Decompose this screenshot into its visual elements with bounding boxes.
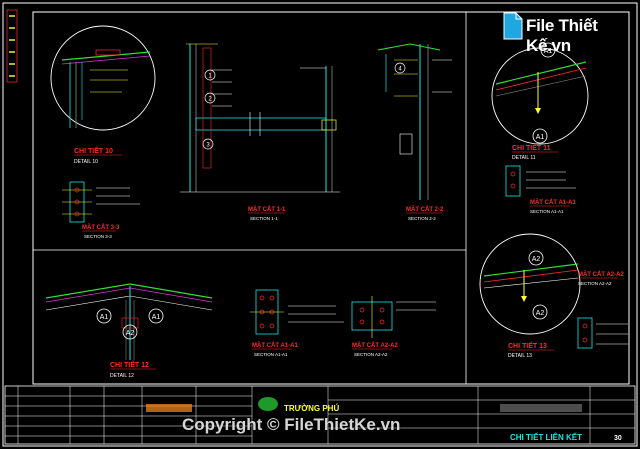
tag-a2-detail-13: A2 xyxy=(532,256,541,263)
tag-2: 2 xyxy=(208,97,212,103)
section-a2-a2-bottom-title: MẶT CẮT A2-A2 xyxy=(352,341,398,349)
section-a2-a2-right-sub: SECTION A2-A2 xyxy=(578,281,612,286)
section-1-1-sub: SECTION 1-1 xyxy=(250,216,278,221)
section-a1-a1-bottom-sub: SECTION A1-A1 xyxy=(254,352,288,357)
tag-a1-detail-12-right: A1 xyxy=(152,314,161,321)
tag-1: 1 xyxy=(208,74,212,80)
section-a1-a1-right-title: MẶT CẮT A1-A1 xyxy=(530,198,576,206)
section-3-3-sub: SECTION 3-3 xyxy=(84,234,112,239)
tag-a2-detail-12: A2 xyxy=(126,330,135,337)
detail-11-sub: DETAIL 11 xyxy=(512,155,536,161)
tag-a1-detail-11-bottom: A1 xyxy=(536,134,545,141)
section-1-1-title: MẶT CẮT 1-1 xyxy=(248,205,286,213)
section-a1-a1-right-sub: SECTION A1-A1 xyxy=(530,209,564,214)
tag-3: 3 xyxy=(206,143,210,149)
detail-13-view xyxy=(479,233,581,335)
section-a1-a1-right-view xyxy=(505,165,576,197)
section-a2-a2-bottom-sub: SECTION A2-A2 xyxy=(354,352,388,357)
detail-12-view xyxy=(45,283,213,360)
tag-4: 4 xyxy=(398,67,402,73)
detail-11-view xyxy=(491,47,589,145)
cad-drawing-canvas: A1 A1 A2 A2 A1 A1 A2 1 2 3 4 CHI TIẾT 10… xyxy=(2,2,638,447)
section-a1-a1-bottom-view xyxy=(250,289,344,335)
detail-12-sub: DETAIL 12 xyxy=(110,373,134,379)
section-3-3-view xyxy=(62,181,140,223)
section-a1-a1-bottom-title: MẶT CẮT A1-A1 xyxy=(252,341,298,349)
detail-13-title: CHI TIẾT 13 xyxy=(508,340,547,350)
section-2-2-view xyxy=(377,43,452,200)
watermark-logo-text: File Thiết Kế.vn xyxy=(526,16,598,55)
watermark-copyright: Copyright © FileThietKe.vn xyxy=(182,415,401,434)
detail-12-title: CHI TIẾT 12 xyxy=(110,359,149,369)
left-strip xyxy=(6,9,18,83)
section-1-1-view xyxy=(180,43,340,193)
section-a2-a2-right-view xyxy=(577,317,628,349)
file-icon xyxy=(503,12,523,40)
sheet-number: 30 xyxy=(614,435,622,442)
detail-10-title: CHI TIẾT 10 xyxy=(74,145,113,155)
detail-13-sub: DETAIL 13 xyxy=(508,353,532,359)
section-a2-a2-bottom-view xyxy=(351,296,436,338)
company-name: TRƯỜNG PHÚ xyxy=(284,404,339,413)
detail-10-sub: DETAIL 10 xyxy=(74,159,98,165)
section-2-2-sub: SECTION 2-2 xyxy=(408,216,436,221)
tag-a1-detail-12: A1 xyxy=(100,314,109,321)
section-a2-a2-right-title: MẶT CẮT A2-A2 xyxy=(578,270,624,278)
section-2-2-title: MẶT CẮT 2-2 xyxy=(406,205,444,213)
drawing-title: CHI TIẾT LIÊN KẾT xyxy=(510,432,582,442)
detail-10-view xyxy=(50,25,156,131)
tag-a2-detail-13-bottom: A2 xyxy=(536,310,545,317)
company-logo xyxy=(258,397,278,411)
section-titles: MẶT CẮT 1-1 SECTION 1-1 MẶT CẮT 2-2 SECT… xyxy=(82,198,624,357)
left-strip-marks xyxy=(9,15,15,77)
section-3-3-title: MẶT CẮT 3-3 xyxy=(82,223,120,231)
